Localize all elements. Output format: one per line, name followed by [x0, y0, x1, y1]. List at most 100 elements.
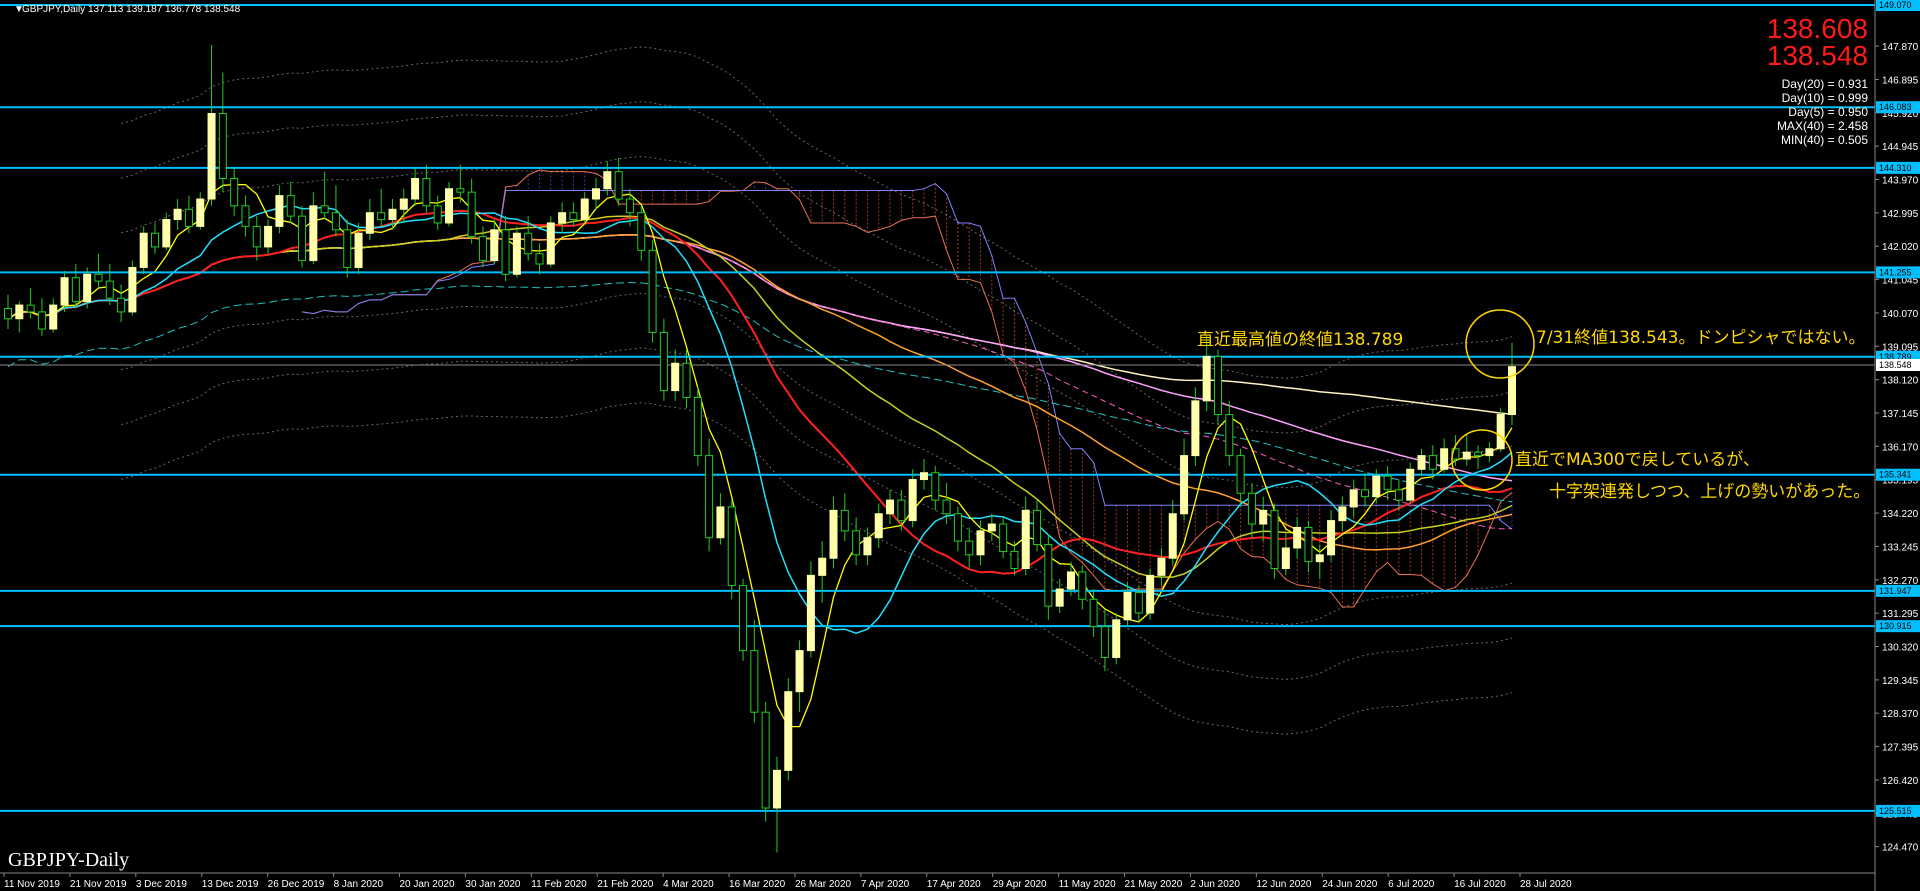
price-tick-label: 124.470	[1882, 843, 1919, 854]
candle-body	[931, 472, 940, 501]
candle-body	[388, 208, 397, 221]
candle-body	[1474, 451, 1483, 457]
time-tick-label: 3 Dec 2019	[136, 879, 188, 890]
candle-body	[1293, 526, 1302, 549]
time-tick-label: 30 Jan 2020	[465, 879, 520, 890]
candle-body	[1021, 509, 1030, 570]
candle-body	[196, 198, 205, 227]
candle-body	[139, 232, 148, 268]
candle-body	[874, 513, 883, 539]
candle-body	[60, 277, 69, 306]
candle-body	[1168, 513, 1177, 559]
annotation-close-note: 7/31終値138.543。ドンピシャではない。	[1536, 328, 1865, 348]
candle-body	[953, 513, 962, 542]
time-tick-label: 11 May 2020	[1059, 879, 1117, 890]
candle-body	[1338, 506, 1347, 522]
candle-body	[490, 229, 499, 262]
stat-min40: MIN(40) = 0.505	[1781, 133, 1868, 147]
candle-body	[445, 188, 454, 224]
candle-body	[1259, 509, 1268, 525]
candle-body	[1394, 489, 1403, 501]
time-tick-label: 7 Apr 2020	[861, 879, 910, 890]
candle-body	[1349, 489, 1358, 508]
candle-body	[1462, 451, 1471, 460]
candle-body	[1315, 554, 1324, 563]
candle-body	[354, 232, 363, 268]
time-tick-label: 21 May 2020	[1125, 879, 1183, 890]
candle-body	[546, 222, 555, 265]
candle-body	[320, 205, 329, 214]
price-tick-label: 134.220	[1882, 509, 1919, 520]
symbol-header: GBPJPY,Daily 137.113 139.187 136.778 138…	[22, 4, 241, 15]
time-tick-label: 24 Jun 2020	[1322, 879, 1377, 890]
price-tick-label: 131.295	[1882, 609, 1919, 620]
candle-body	[1417, 455, 1426, 470]
level-tag-label: 125.515	[1879, 806, 1912, 816]
level-tag-label: 146.083	[1879, 102, 1912, 112]
candle-body	[377, 212, 386, 221]
candle-body	[1440, 448, 1449, 470]
candle-body	[49, 304, 58, 330]
time-tick-label: 13 Dec 2019	[202, 879, 259, 890]
price-tick-label: 146.895	[1882, 75, 1919, 86]
candle-body	[908, 479, 917, 522]
candle-body	[3, 307, 13, 320]
candle-body	[1112, 619, 1121, 658]
candle-body	[173, 208, 182, 221]
candle-body	[863, 537, 872, 556]
candle-body	[965, 540, 974, 556]
candle-body	[739, 585, 748, 652]
candle-body	[1157, 557, 1166, 576]
candle-body	[625, 198, 634, 214]
price-tick-label: 142.020	[1882, 242, 1919, 253]
stat-day20: Day(20) = 0.931	[1782, 77, 1869, 91]
time-tick-label: 11 Nov 2019	[4, 879, 60, 890]
candle-body	[230, 177, 239, 207]
candle-body	[1327, 520, 1336, 556]
candle-body	[535, 253, 544, 265]
price-tick-label: 138.120	[1882, 376, 1919, 387]
candle-body	[716, 506, 725, 539]
candle-body	[942, 499, 951, 515]
candle-body	[252, 225, 261, 248]
candle-body	[1507, 366, 1517, 416]
candle-body	[1428, 455, 1437, 470]
price-tick-label: 128.370	[1882, 709, 1919, 720]
candle-body	[987, 523, 996, 532]
candle-body	[569, 212, 578, 221]
candle-body	[433, 205, 442, 224]
time-tick-label: 16 Jul 2020	[1454, 879, 1506, 890]
candle-body	[501, 229, 510, 275]
chart-window: 147.870 146.895 145.920 144.945 143.970 142.9…	[0, 0, 1920, 891]
price-tick-label: 130.320	[1882, 643, 1919, 654]
time-tick-label: 29 Apr 2020	[993, 879, 1047, 890]
candle-body	[365, 212, 374, 234]
candle-body	[207, 112, 216, 200]
price-tick-label: 133.245	[1882, 542, 1919, 553]
candle-body	[1146, 574, 1155, 614]
candle-body	[1066, 571, 1075, 590]
candle-body	[37, 311, 46, 330]
candle-body	[1134, 591, 1143, 614]
candle-body	[784, 691, 793, 771]
candle-body	[1247, 492, 1256, 525]
candle-body	[1202, 355, 1211, 402]
price-tick-label: 129.345	[1882, 676, 1919, 687]
candle-body	[637, 212, 646, 251]
candle-body	[897, 499, 906, 522]
level-tag-label: 130.915	[1879, 621, 1912, 631]
candle-body	[999, 523, 1008, 552]
candle-body	[1213, 355, 1222, 416]
candle-body	[1496, 414, 1505, 450]
candle-body	[1010, 550, 1019, 570]
candle-body	[1372, 475, 1381, 498]
candle-body	[1270, 509, 1279, 570]
candle-body	[184, 208, 193, 227]
candle-body	[162, 219, 171, 248]
time-tick-label: 21 Feb 2020	[597, 879, 654, 890]
price-tick-label: 144.945	[1882, 142, 1919, 153]
time-tick-label: 8 Jan 2020	[334, 879, 384, 890]
candle-body	[1383, 475, 1392, 491]
candle-body	[750, 650, 759, 713]
price-tick-label: 140.070	[1882, 309, 1919, 320]
